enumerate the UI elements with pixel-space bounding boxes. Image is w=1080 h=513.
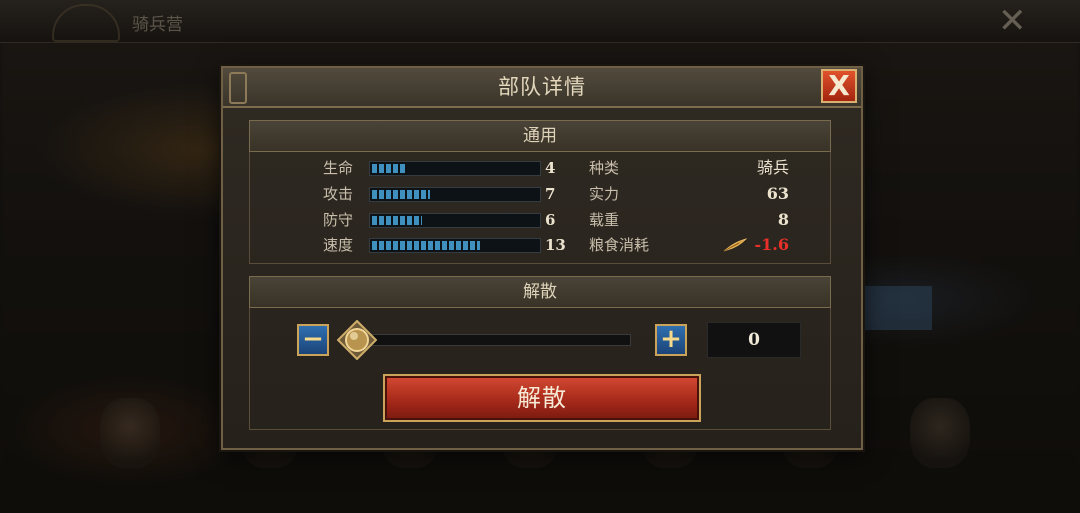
general-section-header: 通用	[249, 120, 831, 152]
info-label: 种类	[589, 159, 620, 177]
info-value: 63	[766, 184, 789, 203]
feather-icon	[723, 238, 747, 252]
info-value: -1.6	[754, 235, 789, 254]
amount-field[interactable]: 0	[707, 322, 801, 358]
dismiss-section-header: 解散	[249, 276, 831, 308]
dismiss-button[interactable]: 解散	[383, 374, 701, 422]
dialog-header: 部队详情 X	[223, 68, 861, 108]
info-label: 粮食消耗	[589, 236, 650, 254]
decrease-button[interactable]: −	[297, 324, 329, 356]
troop-details-dialog: 部队详情 X 通用 生命 4 攻击 7 防守 6 速度 13 种类 骑兵 实力 63 载重 8 粮食消耗 -…	[221, 66, 863, 450]
info-value: 8	[777, 210, 789, 229]
info-label: 载重	[589, 211, 620, 229]
amount-slider[interactable]	[361, 334, 631, 346]
info-label: 实力	[589, 185, 620, 203]
info-row: 载重 8	[223, 209, 861, 231]
increase-button[interactable]: +	[655, 324, 687, 356]
dialog-title: 部队详情	[498, 75, 586, 99]
general-section-title: 通用	[523, 126, 557, 146]
info-row: 粮食消耗 -1.6	[223, 234, 861, 256]
info-value: 骑兵	[756, 158, 789, 177]
close-button[interactable]: X	[821, 69, 857, 103]
info-row: 实力 63	[223, 183, 861, 205]
slider-handle[interactable]	[337, 320, 377, 360]
dismiss-section-title: 解散	[523, 282, 557, 302]
info-row: 种类 骑兵	[223, 157, 861, 179]
